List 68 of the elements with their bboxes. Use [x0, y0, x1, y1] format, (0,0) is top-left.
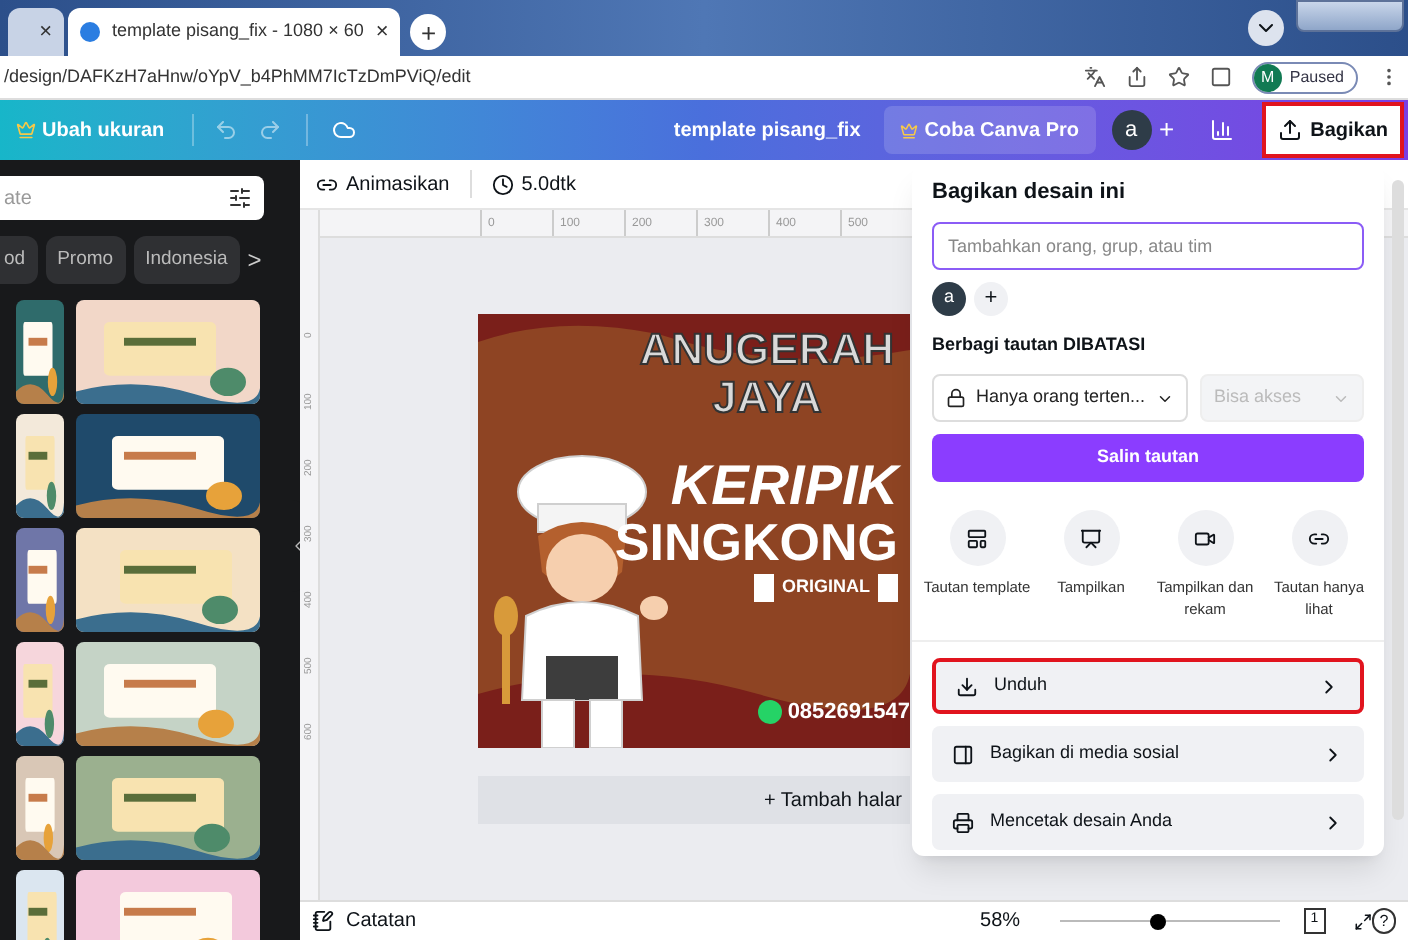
- user-avatar[interactable]: a: [1111, 110, 1151, 150]
- upload-icon: [1278, 118, 1303, 142]
- side-panel-icon[interactable]: [1209, 66, 1232, 88]
- notes-icon: [312, 910, 334, 932]
- search-text: ate: [4, 185, 32, 213]
- tab-menu-icon[interactable]: [1248, 10, 1284, 46]
- filter-icon[interactable]: [228, 186, 252, 210]
- link-label: Berbagi tautan DIBATASI: [932, 331, 1148, 358]
- access-dropdown[interactable]: Hanya orang terten...: [932, 374, 1188, 422]
- share-row[interactable]: Mencetak desain Anda: [932, 794, 1364, 850]
- chips-next-button[interactable]: >: [247, 242, 262, 278]
- favicon-icon: [80, 22, 100, 42]
- template-icon: [966, 527, 988, 549]
- window-controls[interactable]: [1296, 0, 1404, 32]
- notes-button[interactable]: Catatan: [312, 906, 417, 936]
- filter-chip[interactable]: Promo: [45, 236, 126, 284]
- present-icon: [1080, 527, 1102, 549]
- brand-text: ANUGERAH: [639, 326, 894, 374]
- new-tab-button[interactable]: +: [410, 14, 447, 50]
- filter-chip[interactable]: od: [0, 236, 38, 284]
- invite-field[interactable]: Tambahkan orang, grup, atau tim: [932, 221, 1364, 269]
- share-row[interactable]: Unduh: [932, 658, 1364, 714]
- profile-button[interactable]: M Paused: [1251, 61, 1358, 93]
- record-icon: [1194, 527, 1216, 549]
- product-text: KERIPIK: [670, 458, 898, 514]
- share-icon[interactable]: [1125, 66, 1148, 88]
- product-text: SINGKONG: [614, 514, 898, 570]
- clock-icon: [491, 173, 514, 195]
- add-page-button[interactable]: + Tambah halar: [478, 776, 910, 824]
- pro-button[interactable]: Coba Canva Pro: [884, 106, 1095, 154]
- copy-link-button[interactable]: Salin tautan: [932, 434, 1364, 482]
- close-button[interactable]: ×: [375, 15, 389, 49]
- duration-button[interactable]: 5.0dtk: [491, 169, 576, 199]
- browser-tab[interactable]: template pisang_fix - 1080 × 60 ×: [68, 8, 401, 56]
- crown-icon: [16, 120, 36, 140]
- print-icon: [952, 811, 974, 833]
- lock-icon: [946, 388, 966, 408]
- cloud-icon[interactable]: [332, 118, 357, 142]
- close-button[interactable]: ×: [39, 15, 52, 49]
- url-field[interactable]: /design/DAFKzH7aHnw/oYpV_b4PhMM7IcTzDmPViQ/edit: [4, 63, 471, 91]
- profile-status: Paused: [1289, 65, 1344, 89]
- share-row[interactable]: Bagikan di media sosial: [932, 726, 1364, 782]
- design-title[interactable]: template pisang_fix: [673, 115, 861, 145]
- star-icon[interactable]: [1167, 66, 1190, 88]
- filter-chip[interactable]: Indonesia: [133, 236, 240, 284]
- share-button[interactable]: Bagikan: [1262, 102, 1404, 158]
- zoom-text: 58%: [980, 908, 1021, 936]
- translate-icon[interactable]: [1083, 66, 1106, 88]
- add-member-button[interactable]: +: [974, 281, 1008, 315]
- profile-avatar: M: [1253, 63, 1282, 91]
- fullscreen-icon[interactable]: [1353, 911, 1372, 931]
- zoom-slider[interactable]: [1060, 911, 1280, 931]
- member-avatar: a: [932, 281, 966, 315]
- download-icon: [956, 675, 978, 697]
- browser-tab[interactable]: ×: [8, 8, 64, 56]
- tag-text: ORIGINAL: [754, 574, 898, 601]
- help-button[interactable]: ?: [1371, 908, 1396, 934]
- brand-text: JAYA: [712, 374, 822, 422]
- crown-icon: [900, 121, 919, 139]
- insights-icon[interactable]: [1210, 118, 1235, 142]
- add-people-button[interactable]: +: [1159, 110, 1175, 150]
- design-canvas[interactable]: ANUGERAH JAYA KERIPIK SINGKONG ORIGINAL 0852691547: [478, 314, 910, 748]
- phone-text: 0852691547: [787, 697, 910, 727]
- animate-button[interactable]: Animasikan: [316, 169, 450, 199]
- social-icon: [952, 743, 974, 765]
- zoom-thumb[interactable]: [1150, 913, 1167, 929]
- tab-title: template pisang_fix - 1080 × 60: [112, 18, 364, 45]
- panel-title: Bagikan desain ini: [932, 178, 1128, 208]
